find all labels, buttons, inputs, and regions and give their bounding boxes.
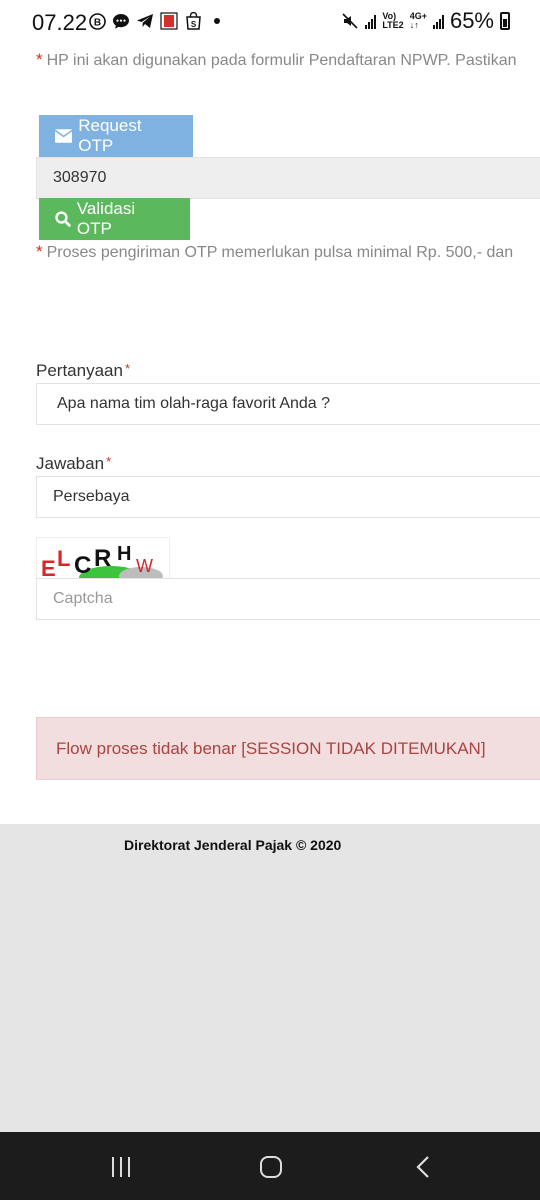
svg-text:B: B bbox=[93, 17, 100, 28]
required-mark: * bbox=[106, 454, 112, 469]
home-button[interactable] bbox=[256, 1154, 286, 1180]
error-alert: Flow proses tidak benar [SESSION TIDAK D… bbox=[36, 717, 540, 780]
system-indicators: Vo) LTE2 4G+ ↓↑ 65% bbox=[341, 8, 510, 34]
svg-text:R: R bbox=[94, 545, 111, 572]
svg-text:H: H bbox=[117, 543, 131, 565]
svg-text:E: E bbox=[41, 556, 56, 579]
battery-percentage: 65% bbox=[449, 8, 494, 33]
back-button[interactable] bbox=[408, 1154, 438, 1180]
home-icon bbox=[260, 1156, 282, 1178]
request-otp-button[interactable]: Request OTP bbox=[39, 115, 193, 157]
captcha-input[interactable]: Captcha bbox=[36, 578, 540, 620]
recent-apps-icon bbox=[112, 1157, 130, 1177]
answer-label: Jawaban * bbox=[36, 454, 112, 473]
question-label: Pertanyaan * bbox=[36, 361, 131, 380]
telegram-icon bbox=[136, 12, 154, 30]
envelope-icon bbox=[55, 129, 73, 143]
recent-apps-button[interactable] bbox=[106, 1154, 136, 1180]
svg-text:W: W bbox=[136, 556, 153, 576]
validate-otp-button[interactable]: Validasi OTP bbox=[39, 198, 190, 240]
news-app-icon bbox=[160, 12, 178, 30]
mute-icon bbox=[341, 12, 359, 30]
required-mark: * bbox=[124, 361, 131, 376]
notification-icons: B S bbox=[88, 12, 226, 30]
back-icon bbox=[416, 1156, 429, 1178]
svg-text:L: L bbox=[57, 546, 70, 571]
note-star: * bbox=[36, 50, 43, 69]
system-nav-bar bbox=[0, 1132, 540, 1200]
status-bar: 07.22 B S Vo) LTE2 4G+ ↓↑ 65% bbox=[0, 0, 540, 44]
shop-icon: S bbox=[184, 12, 202, 30]
otp-input[interactable]: 308970 bbox=[36, 157, 540, 199]
question-select[interactable]: Apa nama tim olah-raga favorit Anda ? bbox=[36, 383, 540, 425]
clock: 07.22 bbox=[32, 10, 88, 35]
page-content: * HP ini akan digunakan pada formulir Pen… bbox=[0, 44, 540, 824]
svg-text:S: S bbox=[190, 20, 196, 29]
otp-note: * Proses pengiriman OTP memerlukan pulsa … bbox=[36, 242, 514, 261]
signal-1-icon bbox=[365, 13, 377, 29]
b-notification-icon: B bbox=[88, 12, 106, 30]
volte-indicator: Vo) LTE2 bbox=[382, 11, 404, 30]
network-type-indicator: 4G+ ↓↑ bbox=[409, 11, 427, 30]
phone-note: * HP ini akan digunakan pada formulir Pen… bbox=[36, 50, 517, 69]
footer: Direktorat Jenderal Pajak © 2020 bbox=[0, 824, 540, 1132]
captcha-image: E L C R H W bbox=[36, 537, 170, 579]
chat-icon bbox=[112, 12, 130, 30]
svg-text:C: C bbox=[74, 552, 91, 579]
copyright: Direktorat Jenderal Pajak © 2020 bbox=[124, 837, 342, 853]
search-icon bbox=[55, 211, 71, 227]
more-notifications-icon bbox=[208, 12, 226, 30]
battery-icon bbox=[500, 12, 510, 30]
note-star: * bbox=[36, 242, 43, 261]
answer-input[interactable]: Persebaya bbox=[36, 476, 540, 518]
signal-2-icon bbox=[432, 13, 444, 29]
